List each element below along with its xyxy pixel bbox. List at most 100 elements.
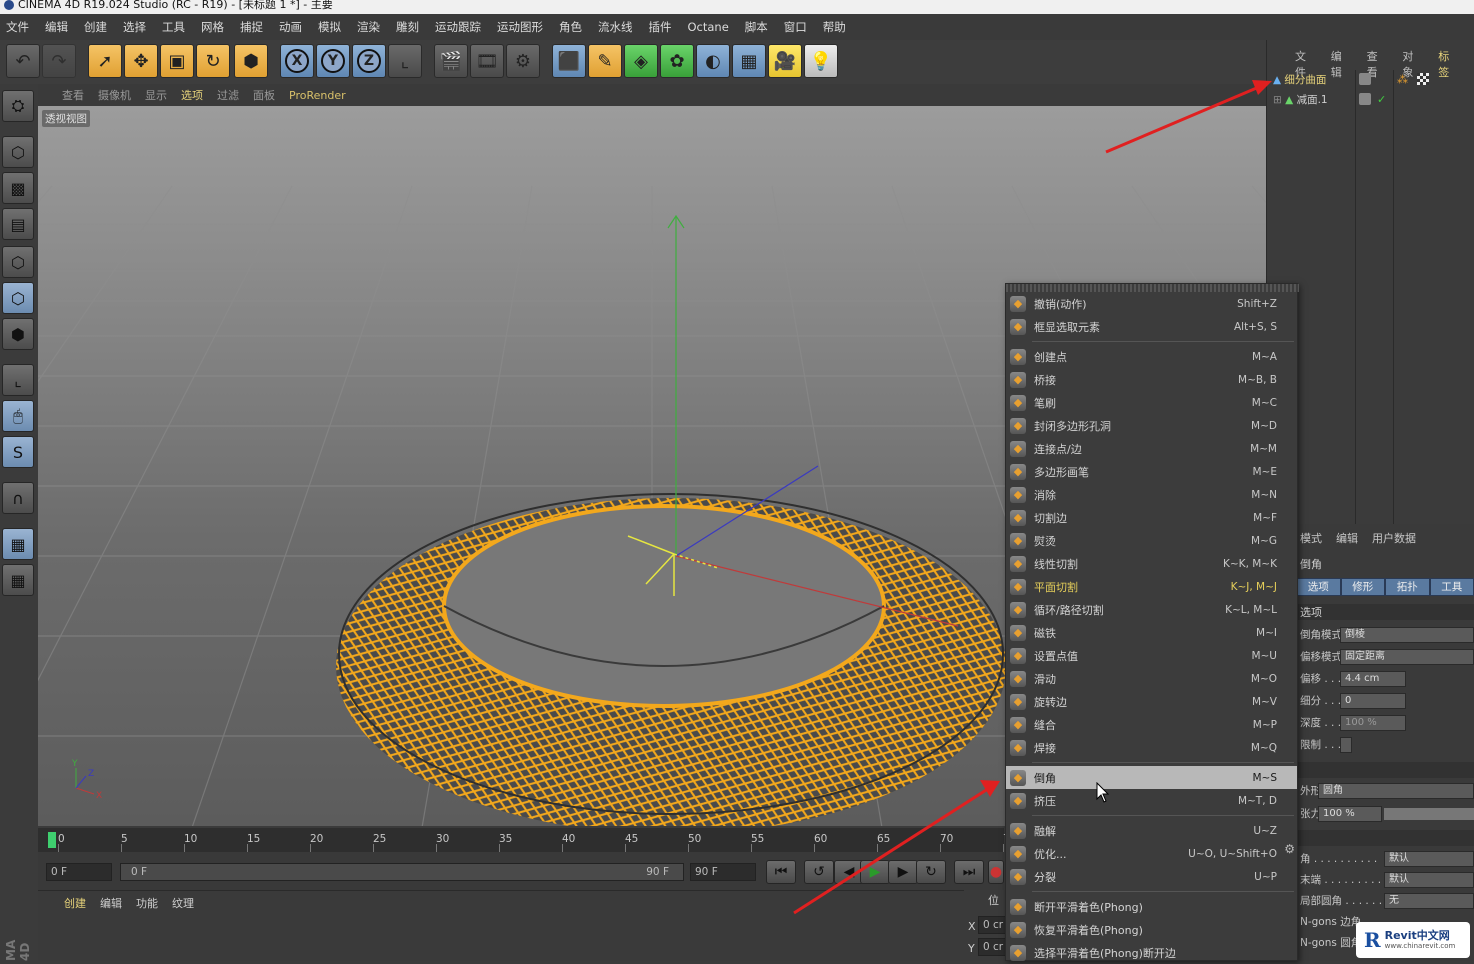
menu-item[interactable]: 运动跟踪 [435, 19, 481, 35]
attribute-dropdown[interactable]: 无 [1384, 893, 1474, 909]
viewport-menu-item[interactable]: 显示 [145, 87, 167, 103]
viewport-menu-item[interactable]: 选项 [181, 87, 203, 103]
x-axis-lock-button[interactable]: X [280, 44, 314, 78]
render-settings-button[interactable]: ⚙ [506, 44, 540, 78]
om-menu-item[interactable]: 标签 [1438, 48, 1458, 80]
texture-tag-icon[interactable] [1417, 73, 1429, 85]
camera-button[interactable]: 🎥 [768, 44, 802, 78]
menu-item[interactable]: 脚本 [745, 19, 768, 35]
attribute-dropdown[interactable]: 默认 [1384, 872, 1474, 888]
material-menu-item[interactable]: 纹理 [172, 895, 194, 911]
coordinate-system-button[interactable]: ⌞ [388, 44, 422, 78]
menu-item[interactable]: 帮助 [823, 19, 846, 35]
viewport-menu-item[interactable]: 过滤 [217, 87, 239, 103]
next-frame-button[interactable]: ▶ [888, 860, 918, 884]
menu-item-connect[interactable]: ◆连接点/边M~M [1006, 437, 1297, 460]
attribute-value[interactable]: 倒棱 [1340, 627, 1474, 643]
menu-item[interactable]: 文件 [6, 19, 29, 35]
viewport-menu-item[interactable]: 面板 [253, 87, 275, 103]
menu-item-stitch[interactable]: ◆缝合M~P [1006, 713, 1297, 736]
object-row-polyreduction[interactable]: ⊞ ▲ 减面.1 [1273, 91, 1355, 109]
phong-tag-icon[interactable]: ⁂ [1397, 73, 1408, 86]
menu-item-bridge[interactable]: ◆桥接M~B, B [1006, 368, 1297, 391]
move-tool-button[interactable]: ✥ [124, 44, 158, 78]
subdivision-surface-button[interactable]: ◈ [624, 44, 658, 78]
menu-item[interactable]: 角色 [559, 19, 582, 35]
points-mode-button[interactable]: ⬡ [2, 246, 34, 278]
menu-grip[interactable] [1006, 284, 1299, 292]
am-menu-item[interactable]: 编辑 [1336, 530, 1358, 546]
undo-button[interactable]: ↶ [6, 44, 40, 78]
tension-field[interactable]: 100 % [1318, 806, 1382, 822]
next-key-button[interactable]: ↻ [916, 860, 946, 884]
render-picture-viewer-button[interactable]: 🎞 [470, 44, 504, 78]
menu-item-polypen[interactable]: ◆多边形画笔M~E [1006, 460, 1297, 483]
make-editable-button[interactable]: ⛭ [2, 90, 34, 122]
am-menu-item[interactable]: 模式 [1300, 530, 1322, 546]
light-button[interactable]: 💡 [804, 44, 838, 78]
menu-item[interactable]: 插件 [649, 19, 672, 35]
settings-gear-icon[interactable]: ⚙ [1284, 842, 1295, 856]
menu-item-frame[interactable]: ◆框显选取元素Alt+S, S [1006, 315, 1297, 338]
attribute-dropdown[interactable]: 默认 [1384, 851, 1474, 867]
menu-item[interactable]: 模拟 [318, 19, 341, 35]
attribute-tab[interactable]: 选项 [1296, 578, 1341, 596]
enabled-check-icon[interactable]: ✓ [1377, 93, 1386, 106]
attribute-value[interactable]: 4.4 cm [1340, 671, 1406, 687]
play-button[interactable]: ▶ [860, 860, 890, 884]
viewport-menu-item[interactable]: 摄像机 [98, 87, 131, 103]
workplane-lock-button[interactable]: ▦ [2, 528, 34, 560]
floor-button[interactable]: ▦ [732, 44, 766, 78]
menu-item-create-point[interactable]: ◆创建点M~A [1006, 345, 1297, 368]
attribute-value[interactable]: 固定距离 [1340, 649, 1474, 665]
menu-item-split[interactable]: ◆分裂U~P [1006, 865, 1297, 888]
tension-slider[interactable] [1384, 808, 1474, 820]
timeline-ruler[interactable]: 051015202530354045505560657075 [38, 828, 1004, 852]
menu-item-unbreak-phong[interactable]: ◆恢复平滑着色(Phong) [1006, 918, 1297, 941]
magnet-snap-button[interactable]: ∩ [2, 482, 34, 514]
menu-item-slide[interactable]: ◆滑动M~O [1006, 667, 1297, 690]
menu-item[interactable]: 动画 [279, 19, 302, 35]
cube-primitive-button[interactable]: ⬛ [552, 44, 586, 78]
attribute-tab[interactable]: 修形 [1341, 578, 1386, 596]
z-axis-lock-button[interactable]: Z [352, 44, 386, 78]
menu-item-loop-cut[interactable]: ◆循环/路径切割K~L, M~L [1006, 598, 1297, 621]
rotate-tool-button[interactable]: ↻ [196, 44, 230, 78]
menu-item-set-point[interactable]: ◆设置点值M~U [1006, 644, 1297, 667]
material-menu-item[interactable]: 编辑 [100, 895, 122, 911]
polygons-mode-button[interactable]: ⬢ [2, 318, 34, 350]
menu-item-magnet[interactable]: ◆磁铁M~I [1006, 621, 1297, 644]
menu-item-bevel[interactable]: ◆倒角M~S [1006, 766, 1297, 789]
end-frame-field[interactable]: 90 F [690, 863, 756, 881]
pen-spline-button[interactable]: ✎ [588, 44, 622, 78]
menu-item[interactable]: 创建 [84, 19, 107, 35]
deformer-button[interactable]: ◐ [696, 44, 730, 78]
axis-mode-button[interactable]: ⌞ [2, 364, 34, 396]
attribute-value[interactable]: 100 % [1340, 715, 1406, 731]
menu-item[interactable]: 运动图形 [497, 19, 543, 35]
menu-item[interactable]: 流水线 [598, 19, 633, 35]
viewport-menu-item[interactable]: 查看 [62, 87, 84, 103]
menu-item-dissolve[interactable]: ◆消除M~N [1006, 483, 1297, 506]
redo-button[interactable]: ↷ [42, 44, 76, 78]
torus-object[interactable] [336, 494, 1006, 826]
object-row-subdivision[interactable]: ▲ 细分曲面 [1273, 71, 1355, 89]
playhead[interactable] [48, 832, 56, 848]
attribute-tab[interactable]: 工具 [1430, 578, 1474, 596]
current-frame-field[interactable]: 0 F [46, 863, 112, 881]
visibility-icon[interactable] [1359, 73, 1371, 85]
menu-item-melt[interactable]: ◆融解U~Z [1006, 819, 1297, 842]
menu-item[interactable]: 编辑 [45, 19, 68, 35]
render-view-button[interactable]: 🎬 [434, 44, 468, 78]
record-button[interactable]: ● [988, 860, 1004, 884]
texture-mode-button[interactable]: ▩ [2, 172, 34, 204]
menu-item[interactable]: 工具 [162, 19, 185, 35]
go-to-start-button[interactable]: ⏮ [766, 860, 796, 884]
coord-y-field[interactable]: 0 cr [978, 938, 1006, 956]
am-menu-item[interactable]: 用户数据 [1372, 530, 1416, 546]
previous-key-button[interactable]: ↺ [804, 860, 834, 884]
menu-item-optimize[interactable]: ◆优化...U~O, U~Shift+O [1006, 842, 1297, 865]
menu-item-iron[interactable]: ◆熨烫M~G [1006, 529, 1297, 552]
tweak-mode-button[interactable]: 🖱 [2, 400, 34, 432]
menu-item-break-phong[interactable]: ◆断开平滑着色(Phong) [1006, 895, 1297, 918]
